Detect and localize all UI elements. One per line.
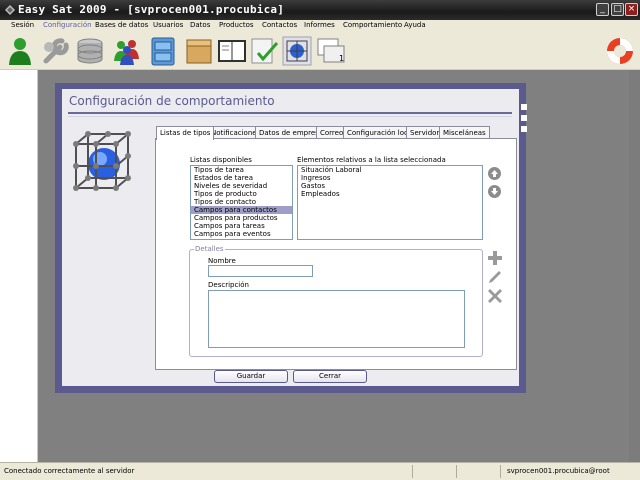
menu-bar: Sesión Configuración Bases de datos Usua… [0, 20, 640, 33]
list-item[interactable]: Tipos de producto [191, 190, 292, 198]
lifebuoy-icon[interactable] [604, 35, 636, 67]
dialog-marker [521, 104, 527, 110]
svg-text:1: 1 [339, 54, 344, 63]
close-button[interactable]: Cerrar [293, 370, 367, 383]
box-icon[interactable] [183, 35, 215, 67]
elements-listbox[interactable]: Situación Laboral Ingresos Gastos Emplea… [297, 165, 483, 240]
wrench-icon[interactable] [40, 35, 72, 67]
menu-comportamiento[interactable]: Comportamiento [343, 21, 402, 29]
list-item[interactable]: Empleados [298, 190, 482, 198]
tab-listas-de-tipos[interactable]: Listas de tipos [156, 126, 215, 140]
cube-network-icon[interactable] [281, 35, 313, 67]
list-item[interactable]: Gastos [298, 182, 482, 190]
add-icon[interactable] [487, 250, 503, 266]
status-separator [500, 465, 501, 478]
list-item[interactable]: Tipos de contacto [191, 198, 292, 206]
dialog-marker [521, 126, 527, 132]
move-up-button[interactable] [488, 167, 501, 180]
list-item[interactable]: Situación Laboral [298, 166, 482, 174]
list-item[interactable]: Tipos de tarea [191, 166, 292, 174]
right-panel [629, 70, 640, 462]
list-item[interactable]: Campos para productos [191, 214, 292, 222]
available-lists-listbox[interactable]: Tipos de tarea Estados de tarea Niveles … [190, 165, 293, 240]
checklist-icon[interactable] [248, 35, 280, 67]
arrow-up-icon [491, 170, 498, 177]
list-item[interactable]: Niveles de severidad [191, 182, 292, 190]
database-icon[interactable] [74, 35, 106, 67]
menu-datos[interactable]: Datos [190, 21, 210, 29]
window-title: Easy Sat 2009 - [svprocen001.procubica] [18, 3, 285, 16]
status-message: Conectado correctamente al servidor [4, 467, 135, 475]
menu-productos[interactable]: Productos [219, 21, 254, 29]
title-divider-light [68, 116, 512, 117]
description-label: Descripción [208, 281, 249, 289]
save-button[interactable]: Guardar [214, 370, 288, 383]
dialog-marker [521, 115, 527, 121]
menu-usuarios[interactable]: Usuarios [153, 21, 183, 29]
app-icon [5, 5, 15, 15]
dialog-title: Configuración de comportamiento [69, 94, 275, 108]
title-divider [68, 112, 512, 114]
menu-bases-de-datos[interactable]: Bases de datos [95, 21, 148, 29]
list-item-selected[interactable]: Campos para contactos [191, 206, 292, 214]
list-item[interactable]: Ingresos [298, 174, 482, 182]
list-item[interactable]: Campos para eventos [191, 230, 292, 238]
menu-configuracion[interactable]: Configuración [43, 21, 92, 29]
name-field[interactable] [208, 265, 313, 277]
status-separator [456, 465, 457, 478]
user-icon[interactable] [4, 35, 36, 67]
left-nav-panel [0, 70, 38, 462]
filing-cabinet-icon[interactable] [147, 35, 179, 67]
maximize-button[interactable]: □ [611, 3, 624, 16]
elements-label: Elementos relativos a la lista seleccion… [297, 156, 446, 164]
minimize-button[interactable]: _ [596, 3, 609, 16]
details-legend: Detalles [194, 245, 225, 253]
menu-sesion[interactable]: Sesión [11, 21, 34, 29]
menu-informes[interactable]: Informes [304, 21, 335, 29]
book-icon[interactable] [216, 35, 248, 67]
users-icon[interactable] [111, 35, 143, 67]
edit-icon[interactable] [487, 269, 503, 285]
name-label: Nombre [208, 257, 236, 265]
move-down-button[interactable] [488, 185, 501, 198]
status-bar: Conectado correctamente al servidor svpr… [0, 462, 640, 480]
close-window-button[interactable]: × [625, 3, 638, 16]
status-separator [412, 465, 413, 478]
delete-icon[interactable] [487, 288, 503, 304]
description-field[interactable] [208, 290, 465, 348]
status-user: svprocen001.procubica@root [507, 467, 610, 475]
list-item[interactable]: Campos para tareas [191, 222, 292, 230]
arrow-down-icon [491, 188, 498, 195]
menu-contactos[interactable]: Contactos [262, 21, 297, 29]
toolbar: 1 [0, 33, 640, 70]
windows-icon[interactable]: 1 [315, 35, 347, 67]
list-item[interactable]: Estados de tarea [191, 174, 292, 182]
cube-network-icon [73, 131, 131, 191]
available-lists-label: Listas disponibles [190, 156, 252, 164]
title-bar: Easy Sat 2009 - [svprocen001.procubica] … [0, 0, 640, 20]
menu-ayuda[interactable]: Ayuda [404, 21, 426, 29]
